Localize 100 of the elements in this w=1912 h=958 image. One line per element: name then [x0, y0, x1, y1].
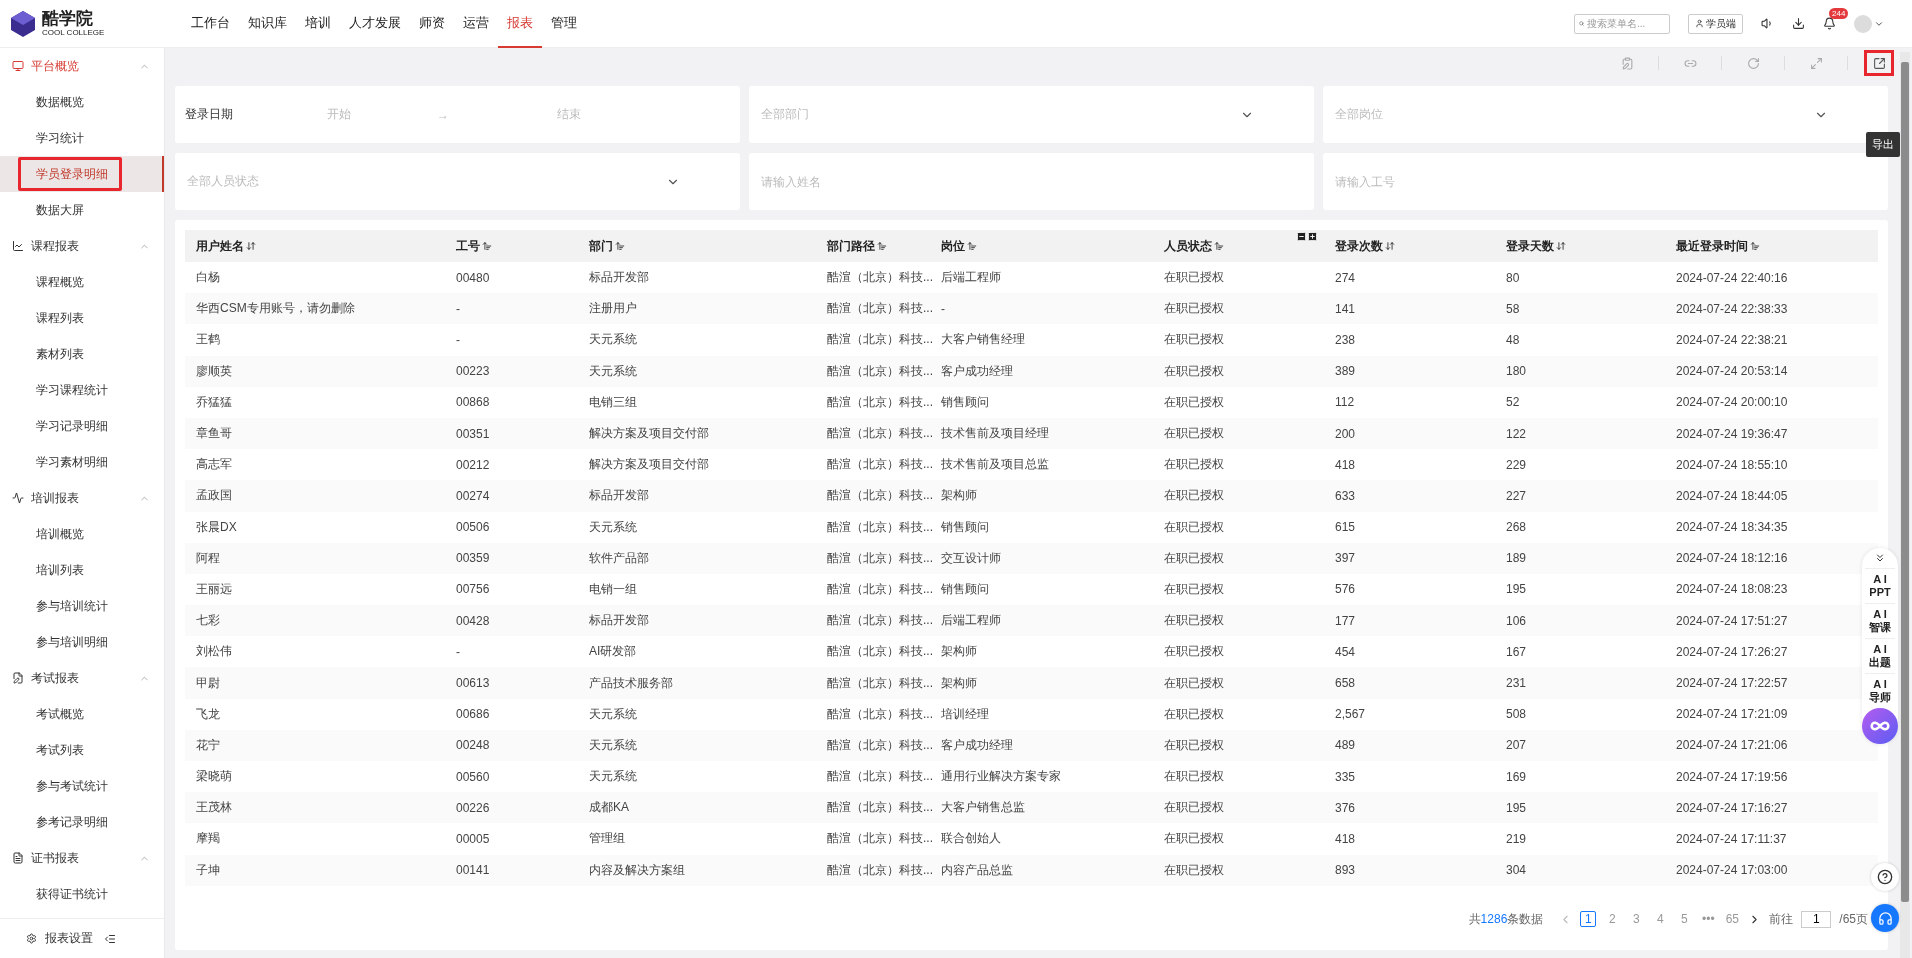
ai-tool-button[interactable]: A I PPT — [1865, 568, 1895, 603]
table-cell: 酷渲（北京）科技... — [827, 830, 933, 848]
search-field[interactable]: 搜索菜单名... — [1574, 13, 1670, 34]
sidebar-item[interactable]: 学习统计 — [0, 120, 164, 156]
table-cell: 酷渲（北京）科技... — [827, 487, 933, 505]
sidebar-item[interactable]: 学习课程统计 — [0, 372, 164, 408]
sort-icon[interactable] — [967, 241, 977, 251]
sidebar-item[interactable]: 学习素材明细 — [0, 444, 164, 480]
sidebar-item[interactable]: 培训列表 — [0, 552, 164, 588]
sidebar-item[interactable]: 考试列表 — [0, 732, 164, 768]
nav-tab[interactable]: 报表 — [498, 0, 542, 48]
support-button[interactable] — [1871, 904, 1899, 932]
sidebar-item[interactable]: 数据概览 — [0, 84, 164, 120]
table-cell: 508 — [1506, 707, 1527, 722]
sidebar-item[interactable]: 参与考试统计 — [0, 768, 164, 804]
table-cell: 207 — [1506, 738, 1527, 753]
table-cell: 418 — [1335, 831, 1356, 846]
table-cell: 658 — [1335, 676, 1356, 691]
table-cell: 141 — [1335, 301, 1356, 316]
sidebar-item[interactable]: 课程概览 — [0, 264, 164, 300]
table-cell: 标品开发部 — [589, 269, 649, 287]
collapse-icon[interactable] — [1296, 230, 1307, 242]
sort-icon[interactable] — [1750, 241, 1760, 251]
column-header[interactable]: 用户姓名 — [196, 237, 244, 255]
sort-icon[interactable] — [1385, 241, 1395, 251]
nav-tab[interactable]: 师资 — [410, 0, 454, 48]
ai-tool-button[interactable]: A I 智课 — [1865, 603, 1895, 638]
employee-id-input[interactable]: 请输入工号 — [1323, 153, 1888, 210]
sort-icon[interactable] — [482, 241, 492, 251]
sidebar-item[interactable]: 学习记录明细 — [0, 408, 164, 444]
infinity-button[interactable] — [1862, 708, 1898, 744]
nav-tab[interactable]: 管理 — [542, 0, 586, 48]
table-cell: 2024-07-24 18:44:05 — [1676, 488, 1788, 503]
table-cell: 在职已授权 — [1164, 674, 1224, 692]
sort-icon[interactable] — [1214, 241, 1224, 251]
sidebar-group[interactable]: 平台概览 — [0, 48, 164, 84]
ai-tool-button[interactable]: A I 导师 — [1865, 673, 1895, 708]
column-header[interactable]: 登录次数 — [1335, 237, 1383, 255]
table-cell: 在职已授权 — [1164, 705, 1224, 723]
table-cell: 335 — [1335, 769, 1356, 784]
scrollbar-thumb[interactable] — [1901, 62, 1909, 902]
nav-tab[interactable]: 工作台 — [182, 0, 239, 48]
sidebar-item[interactable]: 获得证书统计 — [0, 876, 164, 912]
nav-tab[interactable]: 知识库 — [239, 0, 296, 48]
table-cell: 酷渲（北京）科技... — [827, 768, 933, 786]
page-input[interactable]: 1 — [1801, 910, 1832, 928]
table-cell: 子坤 — [196, 861, 220, 879]
bell-icon[interactable] — [1823, 17, 1836, 30]
sidebar-group[interactable]: 培训报表 — [0, 480, 164, 516]
sidebar-item[interactable]: 素材列表 — [0, 336, 164, 372]
table-cell: 交互设计师 — [941, 549, 1001, 567]
table-cell: 615 — [1335, 520, 1356, 535]
table-cell: 标品开发部 — [589, 487, 649, 505]
expand-icon[interactable] — [1307, 230, 1318, 242]
sort-icon[interactable] — [877, 241, 887, 251]
sidebar-item[interactable]: 参考记录明细 — [0, 804, 164, 840]
table-cell: 天元系统 — [589, 331, 637, 349]
sidebar-item[interactable]: 数据大屏 — [0, 192, 164, 228]
name-input[interactable]: 请输入姓名 — [749, 153, 1314, 210]
column-header[interactable]: 部门路径 — [827, 237, 875, 255]
date-range-field[interactable]: 登录日期 开始 → 结束 — [175, 86, 740, 143]
sidebar-group[interactable]: 证书报表 — [0, 840, 164, 876]
download-icon[interactable] — [1792, 17, 1805, 30]
column-header[interactable]: 部门 — [589, 237, 613, 255]
collapse-icon[interactable] — [104, 932, 116, 945]
nav-tab[interactable]: 人才发展 — [340, 0, 410, 48]
table-cell: 00226 — [456, 800, 490, 815]
report-settings-link[interactable]: 报表设置 — [26, 930, 93, 947]
table-cell: 2024-07-24 20:53:14 — [1676, 364, 1788, 379]
nav-tab[interactable]: 培训 — [296, 0, 340, 48]
table-cell: AI研发部 — [589, 643, 637, 661]
table-cell: 2024-07-24 17:51:27 — [1676, 613, 1788, 628]
volume-icon[interactable] — [1761, 17, 1774, 30]
sidebar-group[interactable]: 考试报表 — [0, 660, 164, 696]
table-cell: 华西CSM专用账号，请勿删除 — [196, 300, 355, 318]
sidebar-item[interactable]: 培训概览 — [0, 516, 164, 552]
student-button[interactable]: 学员端 — [1688, 13, 1743, 34]
column-header[interactable]: 登录天数 — [1506, 237, 1554, 255]
sidebar-item[interactable]: 参与培训明细 — [0, 624, 164, 660]
sidebar-item[interactable]: 课程列表 — [0, 300, 164, 336]
sidebar-group[interactable]: 课程报表 — [0, 228, 164, 264]
sort-icon[interactable] — [615, 241, 625, 251]
nav-tab[interactable]: 运营 — [454, 0, 498, 48]
sort-icon[interactable] — [246, 241, 256, 251]
sidebar-item[interactable]: 参与培训统计 — [0, 588, 164, 624]
ai-tool-button[interactable]: A I 出题 — [1865, 638, 1895, 673]
column-header[interactable]: 人员状态 — [1164, 237, 1212, 255]
page-link[interactable]: 1 — [1580, 911, 1597, 927]
chevrons-down-icon[interactable] — [1874, 552, 1886, 564]
sidebar-item[interactable]: 考试概览 — [0, 696, 164, 732]
column-header[interactable]: 最近登录时间 — [1676, 237, 1748, 255]
help-button[interactable] — [1871, 863, 1899, 891]
table-cell: 酷渲（北京）科技... — [827, 580, 933, 598]
table-cell: 酷渲（北京）科技... — [827, 518, 933, 536]
export-button[interactable] — [1864, 50, 1894, 76]
sort-icon[interactable] — [1556, 241, 1566, 251]
table-cell: 00506 — [456, 520, 490, 535]
column-header[interactable]: 岗位 — [941, 237, 965, 255]
sidebar-item[interactable]: 学员登录明细 — [0, 156, 164, 192]
column-header[interactable]: 工号 — [456, 237, 480, 255]
